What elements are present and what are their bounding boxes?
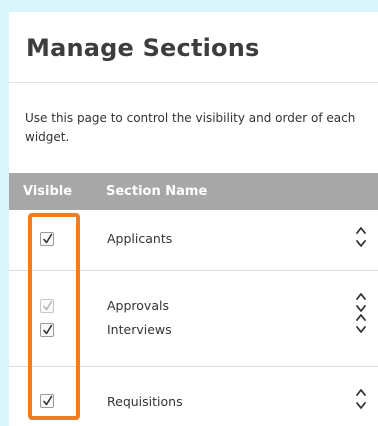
visible-checkbox-applicants[interactable]: [40, 232, 54, 246]
title-divider: [9, 82, 378, 83]
header-section-name: Section Name: [106, 184, 208, 199]
manage-sections-panel: Manage Sections Use this page to control…: [9, 12, 378, 426]
reorder-arrows-icon[interactable]: [355, 387, 367, 411]
row-divider: [9, 270, 378, 271]
section-name-interviews: Interviews: [107, 322, 172, 337]
check-icon: [43, 324, 53, 335]
page-description: Use this page to control the visibility …: [25, 111, 356, 144]
page-title: Manage Sections: [26, 34, 260, 62]
visible-checkbox-approvals[interactable]: [40, 299, 54, 313]
section-name-applicants: Applicants: [107, 231, 173, 246]
row-divider: [9, 366, 378, 367]
table-header: Visible Section Name: [9, 173, 378, 210]
reorder-arrows-icon[interactable]: [355, 291, 367, 339]
checkbox-column-highlight: [28, 213, 80, 420]
check-icon: [43, 233, 53, 244]
reorder-arrows-icon[interactable]: [355, 225, 367, 249]
visible-checkbox-requisitions[interactable]: [40, 394, 54, 408]
section-name-requisitions: Requisitions: [107, 394, 183, 409]
check-icon: [43, 395, 53, 406]
section-name-approvals: Approvals: [107, 298, 169, 313]
visible-checkbox-interviews[interactable]: [40, 323, 54, 337]
header-visible: Visible: [23, 184, 73, 199]
check-icon: [43, 300, 53, 311]
